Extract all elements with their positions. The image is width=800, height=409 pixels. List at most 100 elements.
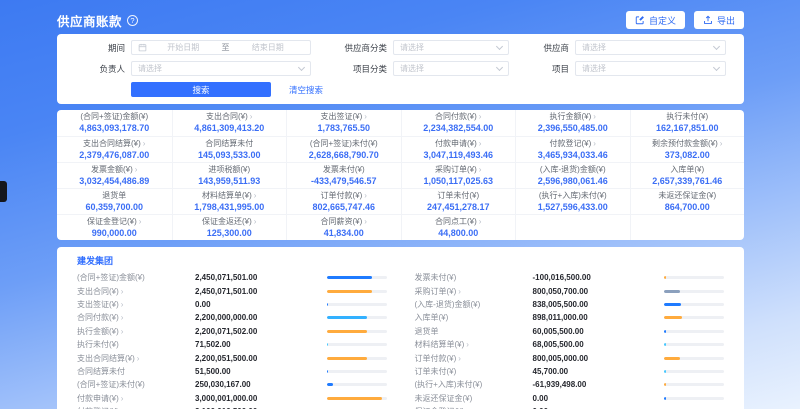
metric-label: (执行+入库)未付(¥) — [539, 192, 607, 200]
group-metric-row[interactable]: 材料结算单(¥)›68,005,500.00 — [415, 338, 725, 351]
group-metric-row[interactable]: 支出合同(¥)›2,450,071,501.00 — [77, 284, 387, 297]
drawer-toggle[interactable] — [0, 181, 7, 202]
metric-card[interactable]: 合同点工(¥)› 44,800.00 — [401, 214, 516, 240]
metric-card[interactable]: 订单付款(¥)›802,665,747.46 — [286, 188, 401, 214]
metric-card[interactable]: 退货单60,359,700.00 — [57, 188, 172, 214]
group-col-right: 发票未付(¥)-100,016,500.00采购订单(¥)›800,050,70… — [415, 271, 725, 409]
drill-chevron-icon: › — [466, 340, 469, 349]
metric-card[interactable]: 保证金返还(¥)›125,300.00 — [172, 214, 287, 240]
metric-value: 247,451,278.17 — [427, 203, 490, 212]
metric-card[interactable]: 剩余预付款金额(¥)›373,082.00 — [630, 136, 745, 162]
group-metric-label[interactable]: 支出合同结算(¥)› — [77, 353, 195, 364]
metric-card[interactable]: 发票金额(¥)›3,032,454,486.89 — [57, 162, 172, 188]
group-metric-value: 2,200,000,000.00 — [195, 313, 313, 322]
metric-card[interactable]: 订单未付(¥)247,451,278.17 — [401, 188, 516, 214]
metric-label: 入库单(¥) — [670, 166, 704, 174]
drill-chevron-icon: › — [720, 139, 723, 148]
metric-card[interactable]: 保证金登记(¥)›990,000.00 — [57, 214, 172, 240]
group-metric-row[interactable]: 付款申请(¥)›3,000,001,000.00 — [77, 392, 387, 405]
metric-card[interactable]: 合同付款(¥)›2,234,382,554.00 — [401, 110, 516, 136]
metric-card[interactable]: 进项税额(¥)143,959,511.93 — [172, 162, 287, 188]
project-category-select[interactable]: 请选择 — [393, 61, 509, 76]
project-filter: 项目 请选择 — [509, 61, 726, 76]
metric-card[interactable]: 发票未付(¥)-433,479,546.57 — [286, 162, 401, 188]
metric-value: 44,800.00 — [438, 229, 478, 238]
supplier-category-select[interactable]: 请选择 — [393, 40, 509, 55]
group-metric-label[interactable]: 付款申请(¥)› — [77, 393, 195, 404]
group-metric-label[interactable]: 合同付款(¥)› — [77, 312, 195, 323]
group-metric-label[interactable]: 支出合同(¥)› — [77, 286, 195, 297]
customize-button[interactable]: 自定义 — [626, 11, 685, 29]
edit-icon — [635, 15, 645, 25]
group-metric-row[interactable]: 付款登记(¥)›3,100,016,500.00 — [77, 405, 387, 409]
metric-bar — [327, 343, 387, 346]
group-metric-row[interactable]: 订单付款(¥)›800,005,000.00 — [415, 351, 725, 364]
metric-label: 合同点工(¥)› — [435, 218, 481, 226]
metric-card[interactable]: 合同结算未付145,093,533.00 — [172, 136, 287, 162]
metric-bar-fill — [327, 330, 368, 333]
metric-value: 4,861,309,413.20 — [194, 124, 264, 133]
group-metric-row[interactable]: 执行金额(¥)›2,200,071,502.00 — [77, 325, 387, 338]
period-range-input[interactable]: 开始日期 至 结束日期 — [131, 40, 311, 55]
metric-card[interactable]: 付款登记(¥)› 3,465,934,033.46 — [515, 136, 630, 162]
group-metric-row: 入库单(¥)898,011,000.00 — [415, 311, 725, 324]
group-name[interactable]: 建发集团 — [77, 254, 724, 267]
metric-card[interactable]: (合同+签证)金额(¥)4,863,093,178.70 — [57, 110, 172, 136]
metric-bar — [327, 290, 387, 293]
help-icon[interactable]: ? — [127, 15, 138, 26]
metric-card[interactable]: 付款申请(¥)›3,047,119,493.46 — [401, 136, 516, 162]
metric-card[interactable]: 执行金额(¥)›2,396,550,485.00 — [515, 110, 630, 136]
group-metric-row[interactable]: 支出签证(¥)›0.00 — [77, 298, 387, 311]
metric-bar-fill — [327, 357, 368, 360]
page-title: 供应商账款 — [57, 11, 122, 30]
group-metric-label: (合同+签证)未付(¥) — [77, 379, 195, 390]
project-select[interactable]: 请选择 — [575, 61, 726, 76]
metric-card[interactable]: (入库-退货)金额(¥)2,596,980,061.46 — [515, 162, 630, 188]
metric-label: 合同付款(¥)› — [435, 113, 481, 121]
drill-chevron-icon: › — [458, 354, 461, 363]
export-button[interactable]: 导出 — [694, 11, 744, 29]
supplier-select[interactable]: 请选择 — [575, 40, 726, 55]
group-metric-label[interactable]: 采购订单(¥)› — [415, 286, 533, 297]
metric-label: 保证金返还(¥)› — [202, 218, 256, 226]
period-label: 期间 — [75, 42, 125, 54]
group-metric-label[interactable]: 材料结算单(¥)› — [415, 339, 533, 350]
metric-card[interactable]: (执行+入库)未付(¥)1,527,596,433.00 — [515, 188, 630, 214]
metric-value: 3,047,119,493.46 — [423, 151, 493, 160]
metric-bar — [327, 276, 387, 279]
metric-card[interactable]: 支出合同(¥)›4,861,309,413.20 — [172, 110, 287, 136]
metric-label: 付款登记(¥)› — [550, 140, 596, 148]
chevron-down-icon — [496, 43, 503, 50]
group-metric-row[interactable]: 合同付款(¥)›2,200,000,000.00 — [77, 311, 387, 324]
metric-card[interactable]: 支出合同结算(¥)›2,379,476,087.00 — [57, 136, 172, 162]
filter-actions: 搜索 清空搜索 — [75, 82, 726, 97]
owner-select[interactable]: 请选择 — [131, 61, 311, 76]
filter-row-2: 负责人 请选择 项目分类 请选择 项目 请选择 — [75, 61, 726, 76]
search-button[interactable]: 搜索 — [131, 82, 271, 97]
group-metric-label[interactable]: 订单付款(¥)› — [415, 353, 533, 364]
metric-card[interactable]: (合同+签证)未付(¥)2,628,668,790.70 — [286, 136, 401, 162]
metric-bar-fill — [664, 357, 680, 360]
drill-chevron-icon: › — [254, 191, 257, 200]
metric-card[interactable]: 材料结算单(¥)›1,798,431,995.00 — [172, 188, 287, 214]
group-columns: (合同+签证)金额(¥)2,450,071,501.00支出合同(¥)›2,45… — [77, 271, 724, 409]
metric-card[interactable]: 执行未付(¥)162,167,851.00 — [630, 110, 745, 136]
export-icon — [703, 15, 713, 25]
clear-search-link[interactable]: 清空搜索 — [289, 84, 323, 96]
group-metric-row: (执行+入库)未付(¥)-61,939,498.00 — [415, 378, 725, 391]
group-metric-row: 订单未付(¥)45,700.00 — [415, 365, 725, 378]
metric-value: 373,082.00 — [665, 151, 710, 160]
metric-card[interactable]: 入库单(¥)2,657,339,761.46 — [630, 162, 745, 188]
group-metric-row[interactable]: 保证金登记(¥)›0.00 — [415, 405, 725, 409]
metric-value: 3,465,934,033.46 — [538, 151, 608, 160]
metric-bar-fill — [327, 316, 368, 319]
group-metric-label[interactable]: 执行金额(¥)› — [77, 326, 195, 337]
group-metric-label[interactable]: 支出签证(¥)› — [77, 299, 195, 310]
metric-card[interactable]: 未返还保证金(¥)864,700.00 — [630, 188, 745, 214]
group-metric-row[interactable]: 支出合同结算(¥)›2,200,051,500.00 — [77, 351, 387, 364]
metric-card[interactable]: 合同薪资(¥)›41,834.00 — [286, 214, 401, 240]
metric-value: 4,863,093,178.70 — [79, 124, 149, 133]
metric-card[interactable]: 支出签证(¥)›1,783,765.50 — [286, 110, 401, 136]
metric-card[interactable]: 采购订单(¥)›1,050,117,025.63 — [401, 162, 516, 188]
group-metric-row[interactable]: 采购订单(¥)›800,050,700.00 — [415, 284, 725, 297]
